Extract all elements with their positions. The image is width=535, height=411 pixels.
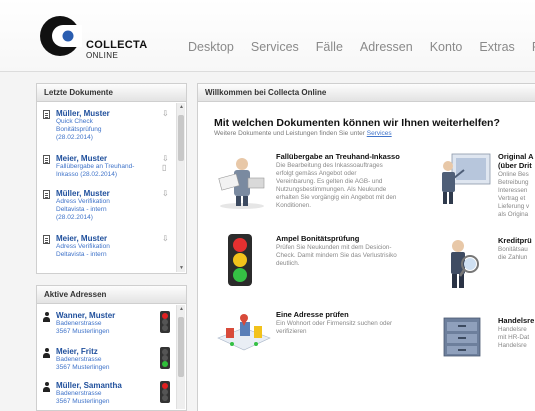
document-detail: Bonitätsprüfung (56, 126, 102, 133)
download-icon[interactable]: ⇩ (162, 109, 169, 118)
traffic-light-icon (160, 347, 170, 369)
welcome-subtext: Weitere Dokumente und Leistungen finden … (214, 130, 392, 137)
document-detail: Quick Check (56, 118, 93, 125)
recent-documents-title: Letzte Dokumente (37, 84, 186, 102)
address-name[interactable]: Meier, Fritz (56, 347, 156, 356)
address-city: 3567 Musterlingen (56, 364, 110, 371)
active-addresses-title: Aktive Adressen (37, 286, 186, 304)
app-header: COLLECTA ONLINE Desktop Services Fälle A… (0, 0, 535, 72)
service-traffic-light-check[interactable]: Ampel Bonitätsprüfung Prüfen Sie Neukund… (214, 232, 424, 292)
service-description: Ein Wohnort oder Firmensitz suchen oder … (276, 320, 393, 335)
person-icon (43, 348, 50, 358)
service-credit-check[interactable]: Kreditprü Bonitätsau die Zahlun (434, 234, 535, 294)
service-address-check[interactable]: Eine Adresse prüfen Ein Wohnort oder Fir… (214, 308, 424, 368)
nav-services[interactable]: Services (251, 40, 299, 54)
logo-mark-icon (40, 16, 82, 56)
brand-sub: ONLINE (86, 51, 119, 60)
document-owner[interactable]: Müller, Muster (56, 109, 156, 118)
service-title[interactable]: Fallübergabe an Treuhand-Inkasso (276, 152, 400, 161)
handover-illustration-icon (218, 158, 265, 209)
collecta-logo[interactable]: COLLECTA ONLINE (38, 14, 178, 62)
scroll-down-icon[interactable]: ▼ (177, 264, 186, 272)
address-city: 3567 Musterlingen (56, 398, 110, 405)
document-detail: Deltavista - intern (56, 206, 107, 213)
nav-adressen[interactable]: Adressen (360, 40, 413, 54)
address-street: Badenerstrasse (56, 320, 102, 327)
document-detail: (28.02.2014) (56, 134, 93, 141)
service-title[interactable]: Kreditprü (498, 236, 532, 245)
nav-konto[interactable]: Konto (430, 40, 463, 54)
active-addresses-panel: Aktive Adressen Wanner, Muster Badenerst… (36, 285, 187, 411)
person-icon (43, 382, 50, 392)
welcome-subtext-label: Weitere Dokumente und Leistungen finden … (214, 130, 365, 137)
download-icon[interactable]: ⇩ (162, 154, 169, 163)
scroll-up-icon[interactable]: ▲ (177, 305, 186, 313)
recent-documents-panel: Letzte Dokumente Müller, Muster Quick Ch… (36, 83, 187, 274)
scroll-thumb[interactable] (178, 115, 184, 161)
brand-name: COLLECTA (86, 39, 148, 51)
service-commercial-register[interactable]: Handelsre Handelsre mit HR-Dat Handelsre (434, 314, 535, 374)
traffic-light-illustration-icon (228, 234, 252, 286)
addresses-scrollbar[interactable]: ▲ (176, 305, 185, 409)
service-title[interactable]: Eine Adresse prüfen (276, 310, 349, 319)
scroll-thumb[interactable] (178, 317, 184, 377)
service-original-documents[interactable]: Original A (über Drit Online Bes Betreib… (434, 150, 535, 230)
address-street: Badenerstrasse (56, 356, 102, 363)
service-title[interactable]: Handelsre (498, 316, 534, 325)
scroll-up-icon[interactable]: ▲ (177, 103, 186, 111)
document-icon (43, 235, 50, 244)
address-street: Badenerstrasse (56, 390, 102, 397)
service-case-handover[interactable]: Fallübergabe an Treuhand-Inkasso Die Bea… (214, 150, 424, 220)
service-title-line2: (über Drit (498, 161, 532, 170)
magnifier-person-illustration-icon (451, 240, 479, 288)
main-nav: Desktop Services Fälle Adressen Konto Ex… (188, 40, 535, 54)
document-icon (43, 155, 50, 164)
welcome-heading: Mit welchen Dokumenten können wir Ihnen … (214, 117, 500, 129)
presentation-illustration-icon (442, 153, 491, 204)
nav-faelle[interactable]: Fälle (316, 40, 343, 54)
address-name[interactable]: Wanner, Muster (56, 311, 156, 320)
welcome-panel: Willkommen bei Collecta Online Mit welch… (197, 83, 535, 411)
service-description: Handelsre mit HR-Dat Handelsre (498, 326, 530, 349)
address-city: 3567 Musterlingen (56, 328, 110, 335)
service-description: Bonitätsau die Zahlun (498, 246, 528, 261)
document-icon (43, 110, 50, 119)
person-icon (43, 312, 50, 322)
download-icon[interactable]: ⇩ (162, 234, 169, 243)
service-description: Die Bearbeitung des Inkassoauftrages erf… (276, 162, 397, 209)
document-owner[interactable]: Meier, Muster (56, 154, 156, 163)
document-detail: Inkasso (28.02.2014) (56, 171, 118, 178)
service-description: Prüfen Sie Neukunden mit dem Desicion- C… (276, 244, 397, 267)
document-icon (43, 190, 50, 199)
document-detail: Fallübergabe an Treuhand- (56, 163, 135, 170)
service-title[interactable]: Original A (498, 152, 534, 161)
document-detail: Adress Verifikation (56, 243, 110, 250)
address-name[interactable]: Müller, Samantha (56, 381, 156, 390)
welcome-panel-title: Willkommen bei Collecta Online (198, 84, 535, 102)
nav-desktop[interactable]: Desktop (188, 40, 234, 54)
filing-cabinet-illustration-icon (443, 317, 481, 357)
document-detail: Deltavista - intern (56, 251, 107, 258)
document-detail: Adress Verifikation (56, 198, 110, 205)
document-detail: (28.02.2014) (56, 214, 93, 221)
traffic-light-icon (160, 311, 170, 333)
nav-extras[interactable]: Extras (479, 40, 514, 54)
document-owner[interactable]: Meier, Muster (56, 234, 156, 243)
attachment-icon[interactable]: ▯ (162, 163, 166, 172)
traffic-light-icon (160, 381, 170, 403)
address-map-illustration-icon (217, 314, 271, 351)
service-description: Online Bes Betreibung Interessen Vertrag… (498, 171, 530, 218)
document-owner[interactable]: Müller, Muster (56, 189, 156, 198)
services-link[interactable]: Services (367, 130, 392, 137)
documents-scrollbar[interactable]: ▲ ▼ (176, 103, 185, 272)
download-icon[interactable]: ⇩ (162, 189, 169, 198)
service-title[interactable]: Ampel Bonitätsprüfung (276, 234, 359, 243)
